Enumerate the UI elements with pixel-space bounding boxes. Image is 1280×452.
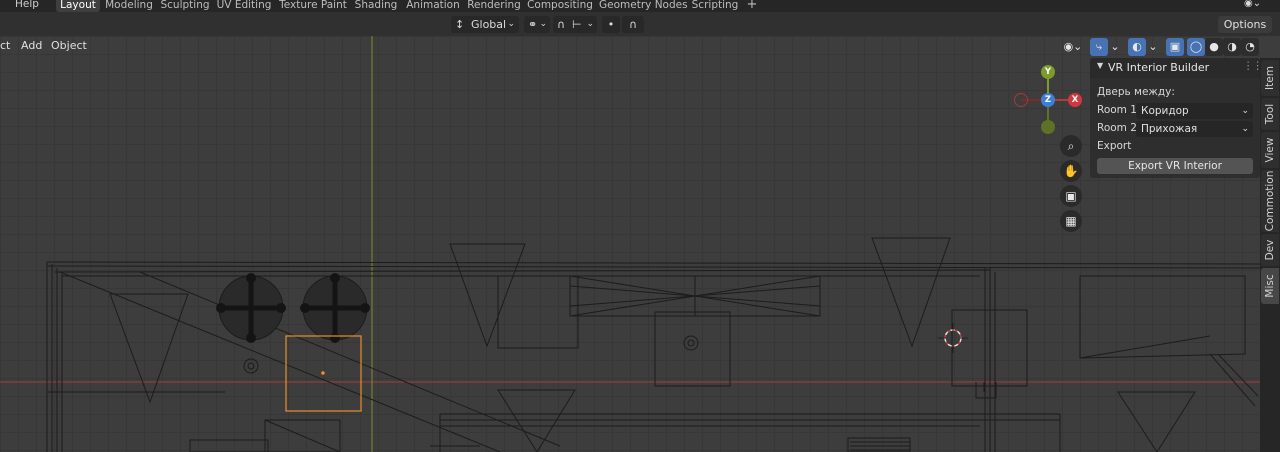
tab-tool[interactable]: Tool bbox=[1261, 98, 1279, 130]
material-sphere-icon: ◑ bbox=[1227, 40, 1237, 53]
collapse-triangle-icon: ▼ bbox=[1097, 61, 1104, 70]
tab-item[interactable]: Item bbox=[1261, 60, 1279, 96]
eye-icon: ◉⌄ bbox=[1063, 40, 1083, 53]
tab-commotion[interactable]: Commotion bbox=[1261, 170, 1279, 232]
tab-modeling[interactable]: Modeling bbox=[104, 0, 154, 12]
orientation-icon: ↕ bbox=[455, 18, 465, 31]
chevron-down-icon: ⌄ bbox=[539, 19, 547, 29]
snap-increment-icon: ⊢ bbox=[572, 18, 582, 31]
orientation-label: Global bbox=[471, 18, 507, 31]
tab-dev-label: Dev bbox=[1264, 239, 1276, 261]
proportional-edit-toggle[interactable]: • bbox=[602, 16, 620, 33]
chevron-down-icon: ⌄ bbox=[586, 19, 594, 29]
menu-help[interactable]: Help bbox=[15, 0, 39, 10]
xray-toggle[interactable]: ▣ bbox=[1166, 38, 1184, 56]
scene-icon[interactable]: ◉⌄ bbox=[1244, 0, 1261, 9]
tab-geometry-nodes[interactable]: Geometry Nodes bbox=[599, 0, 688, 12]
xray-icon: ▣ bbox=[1169, 40, 1181, 53]
room1-label: Room 1: bbox=[1097, 104, 1141, 116]
shading-material[interactable]: ◑ bbox=[1223, 38, 1241, 56]
snap-dropdown[interactable]: ∩ ⊢ ⌄ bbox=[553, 16, 597, 33]
pivot-point-dropdown[interactable]: ⚭ ⌄ bbox=[524, 16, 550, 33]
tab-dev[interactable]: Dev bbox=[1261, 234, 1279, 266]
magnet-icon: ∩ bbox=[557, 18, 566, 31]
3d-viewport[interactable]: ct Add Object ◉⌄ ⤷ ⌄ ◐ ⌄ ▣ ◯ ● ◑ ◔ Y Z X… bbox=[0, 36, 1260, 452]
camera-icon[interactable]: ▣ bbox=[1060, 185, 1082, 207]
shading-solid[interactable]: ● bbox=[1205, 38, 1223, 56]
pivot-icon: ⚭ bbox=[528, 18, 538, 31]
gizmo-neg-x-axis[interactable] bbox=[1014, 93, 1028, 107]
room2-value: Прихожая bbox=[1141, 123, 1198, 135]
solid-sphere-icon: ● bbox=[1209, 40, 1219, 53]
menu-select[interactable]: ct bbox=[0, 38, 10, 54]
tab-layout[interactable]: Layout bbox=[56, 0, 100, 12]
export-vr-interior-button[interactable]: Export VR Interior bbox=[1097, 158, 1253, 174]
hand-pan-icon[interactable]: ✋ bbox=[1060, 160, 1082, 182]
tab-misc[interactable]: Misc bbox=[1261, 268, 1279, 304]
chevron-down-icon: ⌄ bbox=[1148, 40, 1158, 53]
visibility-dropdown[interactable]: ◉⌄ bbox=[1060, 38, 1086, 56]
room2-label: Room 2: bbox=[1097, 122, 1141, 134]
rendered-sphere-icon: ◔ bbox=[1245, 40, 1255, 53]
chevron-down-icon: ⌄ bbox=[1110, 40, 1120, 53]
chevron-down-icon: ⌄ bbox=[507, 19, 515, 29]
tab-shading[interactable]: Shading bbox=[354, 0, 398, 12]
workspace-bar: Help Layout Modeling Sculpting UV Editin… bbox=[0, 0, 1280, 12]
room2-select[interactable]: Прихожая ⌄ bbox=[1136, 121, 1253, 137]
gizmo-dropdown[interactable]: ⌄ bbox=[1109, 38, 1121, 56]
tab-item-label: Item bbox=[1264, 66, 1276, 90]
gizmo-x-axis[interactable]: X bbox=[1068, 93, 1082, 107]
chevron-down-icon: ⌄ bbox=[1241, 106, 1249, 116]
add-workspace-button[interactable]: + bbox=[744, 0, 760, 12]
vr-interior-panel: ▼ VR Interior Builder ⋮⋮⋮ Дверь между: R… bbox=[1090, 58, 1272, 178]
wireframe-sphere-icon: ◯ bbox=[1189, 40, 1203, 53]
tab-rendering[interactable]: Rendering bbox=[467, 0, 521, 12]
tab-compositing[interactable]: Compositing bbox=[527, 0, 593, 12]
gizmo-neg-y-axis[interactable] bbox=[1041, 120, 1055, 134]
room1-value: Коридор bbox=[1141, 105, 1189, 117]
gizmo-y-axis[interactable]: Y bbox=[1041, 65, 1055, 79]
panel-header[interactable]: ▼ VR Interior Builder ⋮⋮⋮ bbox=[1090, 58, 1272, 78]
tab-tool-label: Tool bbox=[1264, 103, 1276, 125]
overlays-dropdown[interactable]: ⌄ bbox=[1147, 38, 1159, 56]
menu-object[interactable]: Object bbox=[51, 38, 87, 54]
tab-view[interactable]: View bbox=[1261, 132, 1279, 168]
proportional-icon: • bbox=[607, 18, 615, 31]
tab-commotion-label: Commotion bbox=[1264, 170, 1276, 232]
tab-sculpting[interactable]: Sculpting bbox=[160, 0, 210, 12]
options-dropdown[interactable]: Options bbox=[1218, 16, 1272, 33]
overlays-icon: ◐ bbox=[1132, 40, 1142, 53]
zoom-icon[interactable]: ⌕ bbox=[1060, 135, 1082, 157]
tab-texture-paint[interactable]: Texture Paint bbox=[278, 0, 348, 12]
shading-rendered[interactable]: ◔ bbox=[1241, 38, 1259, 56]
tab-misc-label: Misc bbox=[1264, 274, 1276, 298]
chevron-down-icon: ⌄ bbox=[1241, 124, 1249, 134]
export-section-label: Export bbox=[1097, 140, 1132, 152]
gizmo-toggle[interactable]: ⤷ bbox=[1090, 38, 1108, 56]
sidebar-tabs: Item Tool View Commotion Dev Misc bbox=[1260, 58, 1280, 452]
room1-select[interactable]: Коридор ⌄ bbox=[1136, 103, 1253, 119]
tab-animation[interactable]: Animation bbox=[404, 0, 462, 12]
viewport-header: ↕ Global ⌄ ⚭ ⌄ ∩ ⊢ ⌄ • ∩ Options bbox=[0, 12, 1280, 36]
falloff-icon: ∩ bbox=[628, 18, 638, 31]
options-label: Options bbox=[1223, 18, 1267, 31]
tab-view-label: View bbox=[1264, 137, 1276, 163]
proportional-falloff-dropdown[interactable]: ∩ bbox=[622, 16, 644, 33]
shading-wireframe[interactable]: ◯ bbox=[1187, 38, 1205, 56]
gizmo-z-axis[interactable]: Z bbox=[1041, 93, 1055, 107]
grid-ortho-icon[interactable]: ▦ bbox=[1060, 210, 1082, 232]
panel-title: VR Interior Builder bbox=[1108, 61, 1210, 74]
overlays-toggle[interactable]: ◐ bbox=[1128, 38, 1146, 56]
menu-add[interactable]: Add bbox=[21, 38, 42, 54]
gizmo-icon: ⤷ bbox=[1095, 40, 1103, 53]
transform-orientation-dropdown[interactable]: ↕ Global ⌄ bbox=[451, 16, 519, 33]
door-between-label: Дверь между: bbox=[1097, 86, 1175, 98]
tab-scripting[interactable]: Scripting bbox=[691, 0, 739, 12]
tab-uv-editing[interactable]: UV Editing bbox=[216, 0, 272, 12]
